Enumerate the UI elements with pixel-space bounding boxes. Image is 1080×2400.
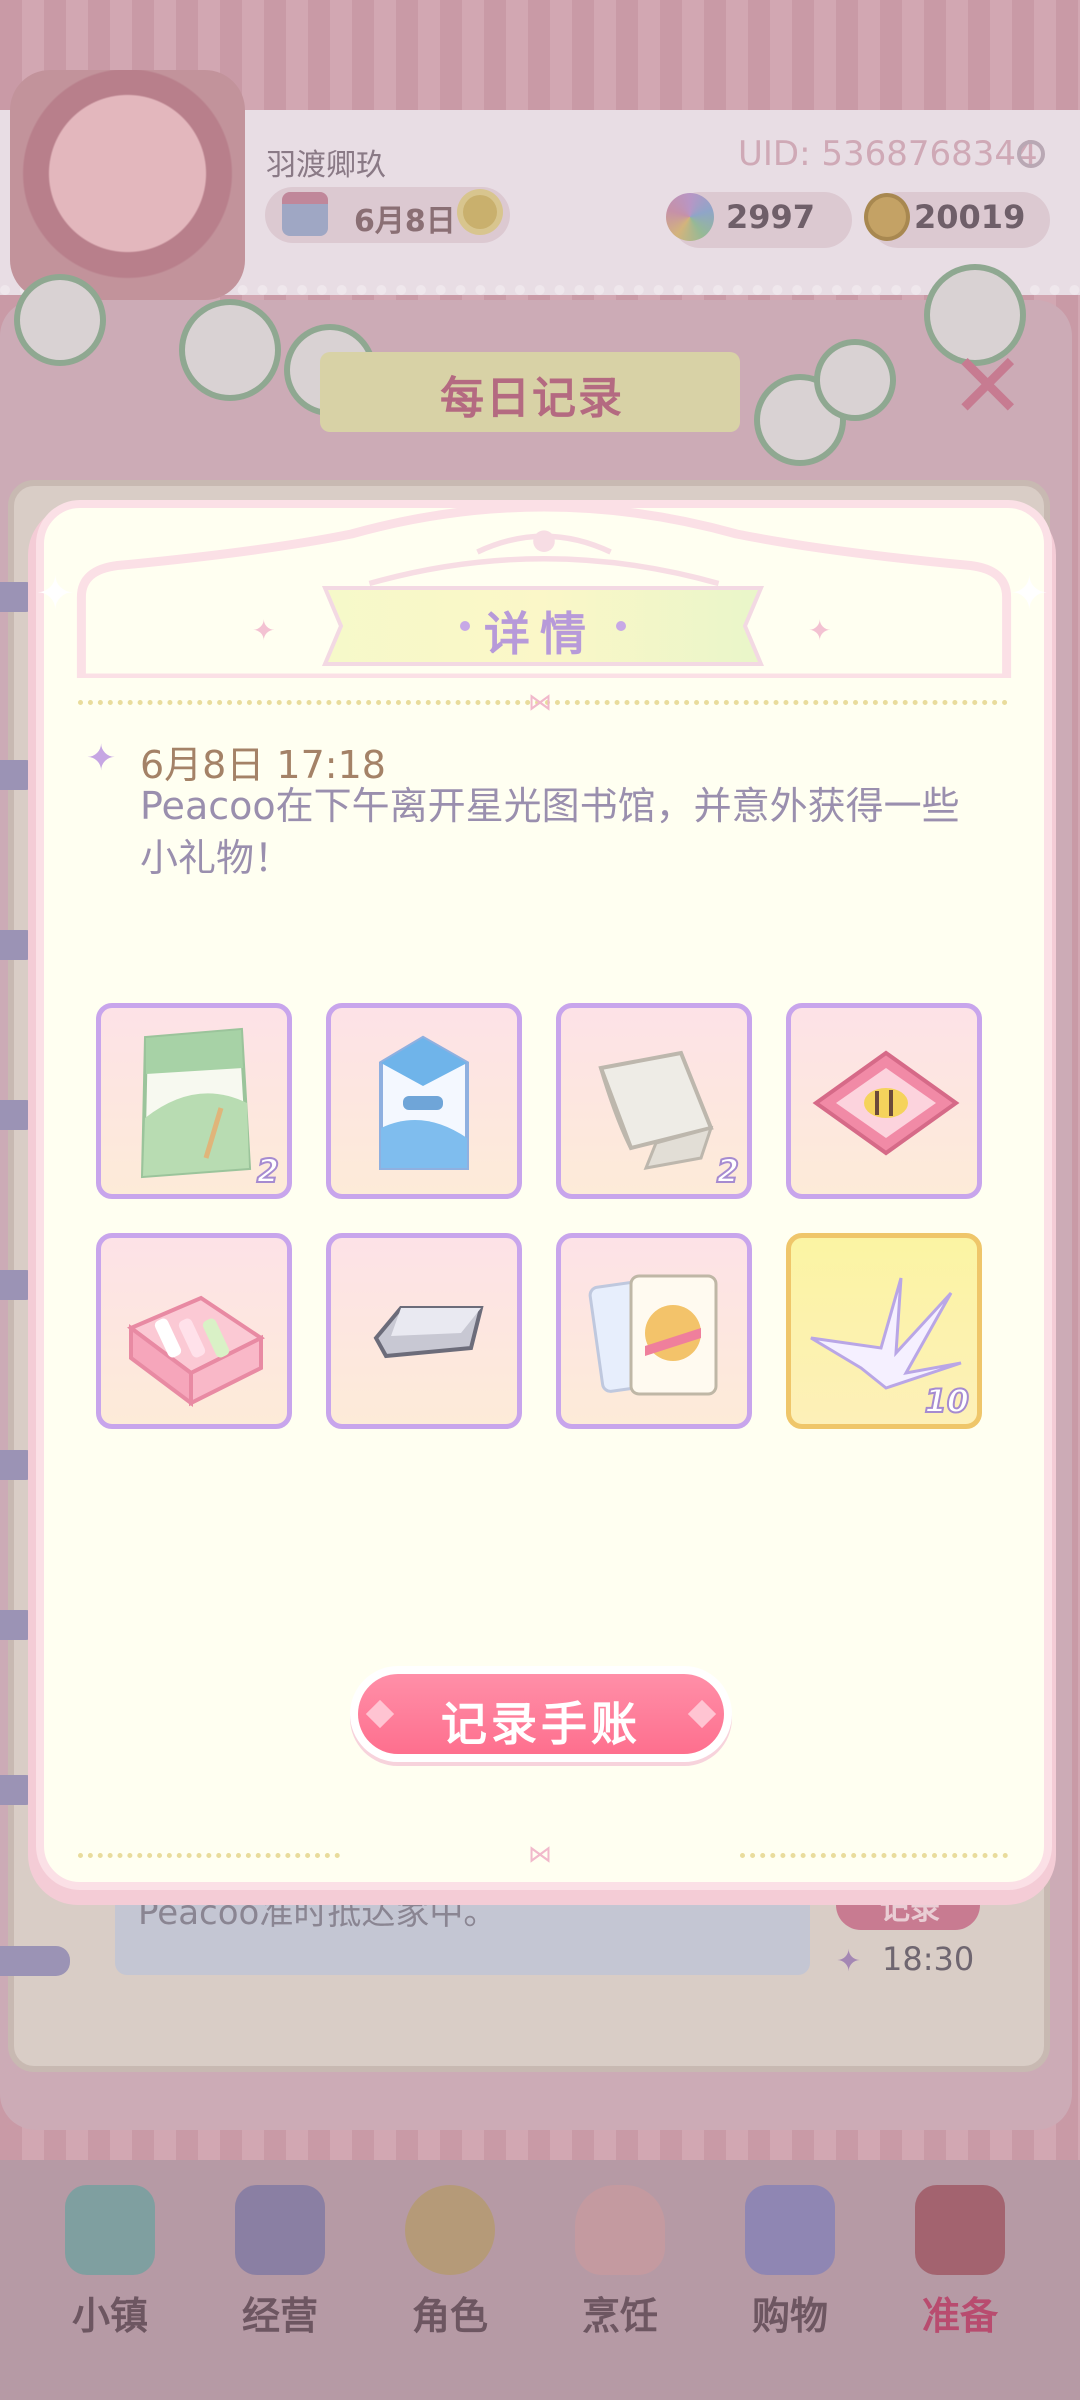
avatar[interactable]: [10, 70, 245, 300]
reward-item[interactable]: 2: [556, 1003, 752, 1199]
reward-item[interactable]: [326, 1003, 522, 1199]
player-name: 羽渡卿玖: [266, 148, 386, 183]
coin-count: 20019: [914, 198, 1026, 236]
nav-item-business[interactable]: 经营: [205, 2185, 355, 2365]
entry-description: Peacoo在下午离开星光图书馆，并意外获得一些小礼物！: [140, 784, 960, 880]
reward-item[interactable]: [326, 1233, 522, 1429]
sparkle-icon: ✦: [252, 614, 276, 647]
map-icon: [65, 2185, 155, 2275]
uid-label: UID: 5368768344: [738, 134, 1038, 174]
reward-item[interactable]: [786, 1003, 982, 1199]
nav-item-town[interactable]: 小镇: [35, 2185, 185, 2365]
current-date: 6月8日: [354, 204, 456, 239]
nav-label: 小镇: [71, 2294, 148, 2338]
gem-icon: [666, 193, 714, 241]
record-journal-label: 记录手账: [441, 1697, 641, 1751]
nav-item-shopping[interactable]: 购物: [715, 2185, 865, 2365]
record-time: 18:30: [882, 1940, 975, 1978]
reward-item[interactable]: [556, 1233, 752, 1429]
copy-icon[interactable]: [1017, 140, 1045, 168]
sparkle-icon: ✦: [36, 566, 75, 620]
sparkle-icon: ✦: [86, 738, 117, 779]
sparkle-icon: ✦: [808, 614, 832, 647]
burger-icon: [575, 2185, 665, 2275]
reward-item[interactable]: 10: [786, 1233, 982, 1429]
nav-label: 准备: [921, 2294, 998, 2338]
panel-title: 每日记录: [440, 373, 624, 424]
reward-item[interactable]: 2: [96, 1003, 292, 1199]
item-quantity: 2: [716, 1151, 740, 1191]
nav-label: 购物: [751, 2294, 828, 2338]
playing-cards-icon: [588, 1274, 718, 1396]
flower-decoration: [820, 345, 890, 415]
character-icon: [405, 2185, 495, 2275]
item-quantity: 2: [256, 1151, 280, 1191]
sparkle-icon: ✦: [1010, 566, 1049, 620]
reward-item[interactable]: [96, 1233, 292, 1429]
calendar-icon: [282, 192, 328, 236]
silver-bar-icon: [373, 1306, 484, 1359]
bow-icon: ⋈: [528, 1840, 552, 1868]
basket-icon: [915, 2185, 1005, 2275]
nav-item-cooking[interactable]: 烹饪: [545, 2185, 695, 2365]
divider: [740, 1853, 1008, 1858]
bee-cushion-icon: [812, 1050, 960, 1156]
nav-label: 烹饪: [581, 2294, 658, 2338]
gem-count: 2997: [726, 198, 816, 236]
sparkle-icon: ✦: [836, 1944, 862, 1979]
side-tab: [0, 1946, 70, 1976]
flower-decoration: [185, 305, 275, 395]
bow-icon: ⋈: [528, 688, 552, 716]
nav-label: 角色: [411, 2294, 488, 2338]
divider: [78, 1853, 340, 1858]
nav-label: 经营: [241, 2294, 318, 2338]
nav-item-character[interactable]: 角色: [375, 2185, 525, 2365]
coin-icon: [864, 193, 910, 241]
shop-bag-icon: [235, 2185, 325, 2275]
nav-item-prepare[interactable]: 准备: [885, 2185, 1035, 2365]
record-journal-button[interactable]: 记录手账: [350, 1666, 732, 1762]
item-quantity: 10: [923, 1381, 970, 1421]
close-icon[interactable]: ✕: [950, 342, 1025, 432]
milk-carton-icon: [379, 1035, 469, 1170]
sun-icon: [463, 195, 497, 229]
lipstick-box-icon: [127, 1295, 265, 1407]
dialog-title: 详情: [484, 607, 596, 661]
shopping-bag-icon: [745, 2185, 835, 2275]
flower-decoration: [20, 280, 100, 360]
